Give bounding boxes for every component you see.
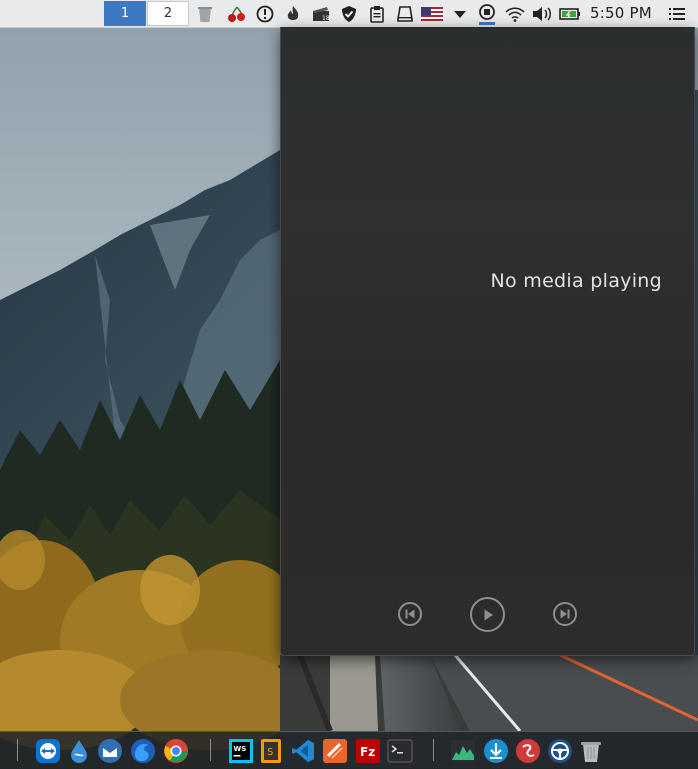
next-icon: [560, 609, 570, 619]
drive-icon[interactable]: [393, 2, 417, 25]
steering-icon[interactable]: [547, 738, 573, 764]
water-drop-icon[interactable]: [66, 738, 92, 764]
media-player-icon[interactable]: [475, 2, 499, 25]
triangle-down-icon[interactable]: [448, 2, 472, 25]
menu-icon[interactable]: [665, 2, 689, 25]
chrome-icon[interactable]: [163, 738, 189, 764]
sublime-icon[interactable]: S: [258, 738, 284, 764]
previous-icon: [405, 609, 415, 619]
clock[interactable]: 5:50 PM: [590, 3, 652, 24]
svg-text:WS: WS: [234, 745, 247, 753]
dock-separator: [210, 739, 211, 761]
teamviewer-icon[interactable]: [35, 738, 61, 764]
virtual-desktop-1[interactable]: 1: [104, 1, 146, 26]
flame-icon[interactable]: [281, 2, 305, 25]
play-icon: [484, 609, 493, 620]
play-button[interactable]: [470, 597, 505, 632]
vscode-icon[interactable]: [290, 738, 316, 764]
clipboard-icon[interactable]: [365, 2, 389, 25]
bottom-dock: WS S Fz: [0, 731, 698, 769]
virtual-desktop-2[interactable]: 2: [147, 1, 189, 26]
cherry-icon[interactable]: [225, 2, 249, 25]
terminal-icon[interactable]: [387, 738, 413, 764]
shield-check-icon[interactable]: [337, 2, 361, 25]
notification-icon[interactable]: [253, 2, 277, 25]
svg-text:S: S: [267, 747, 273, 758]
filezilla-icon[interactable]: Fz: [355, 738, 381, 764]
battery-icon[interactable]: [558, 2, 582, 25]
dock-separator: [433, 739, 434, 761]
firefox-icon[interactable]: [130, 738, 156, 764]
media-player-popup: No media playing: [280, 27, 695, 656]
trash-icon[interactable]: [193, 2, 217, 25]
previous-track-button[interactable]: [398, 602, 422, 626]
webstorm-icon[interactable]: WS: [228, 738, 254, 764]
system-monitor-icon[interactable]: [450, 738, 476, 764]
dock-trash-icon[interactable]: [578, 738, 604, 764]
download-icon[interactable]: [483, 738, 509, 764]
svg-text:18: 18: [322, 15, 330, 22]
us-flag-icon[interactable]: [420, 2, 444, 25]
scroll-icon[interactable]: [515, 738, 541, 764]
top-panel: 1 2 18 5:50 PM: [0, 0, 698, 28]
dock-separator: [17, 739, 18, 761]
volume-icon[interactable]: [530, 2, 554, 25]
clapper-icon[interactable]: 18: [309, 2, 333, 25]
next-track-button[interactable]: [553, 602, 577, 626]
mail-bird-icon[interactable]: [97, 738, 123, 764]
postman-icon[interactable]: [322, 738, 348, 764]
svg-text:Fz: Fz: [360, 745, 375, 759]
wifi-icon[interactable]: [503, 2, 527, 25]
media-status-text: No media playing: [490, 270, 662, 292]
